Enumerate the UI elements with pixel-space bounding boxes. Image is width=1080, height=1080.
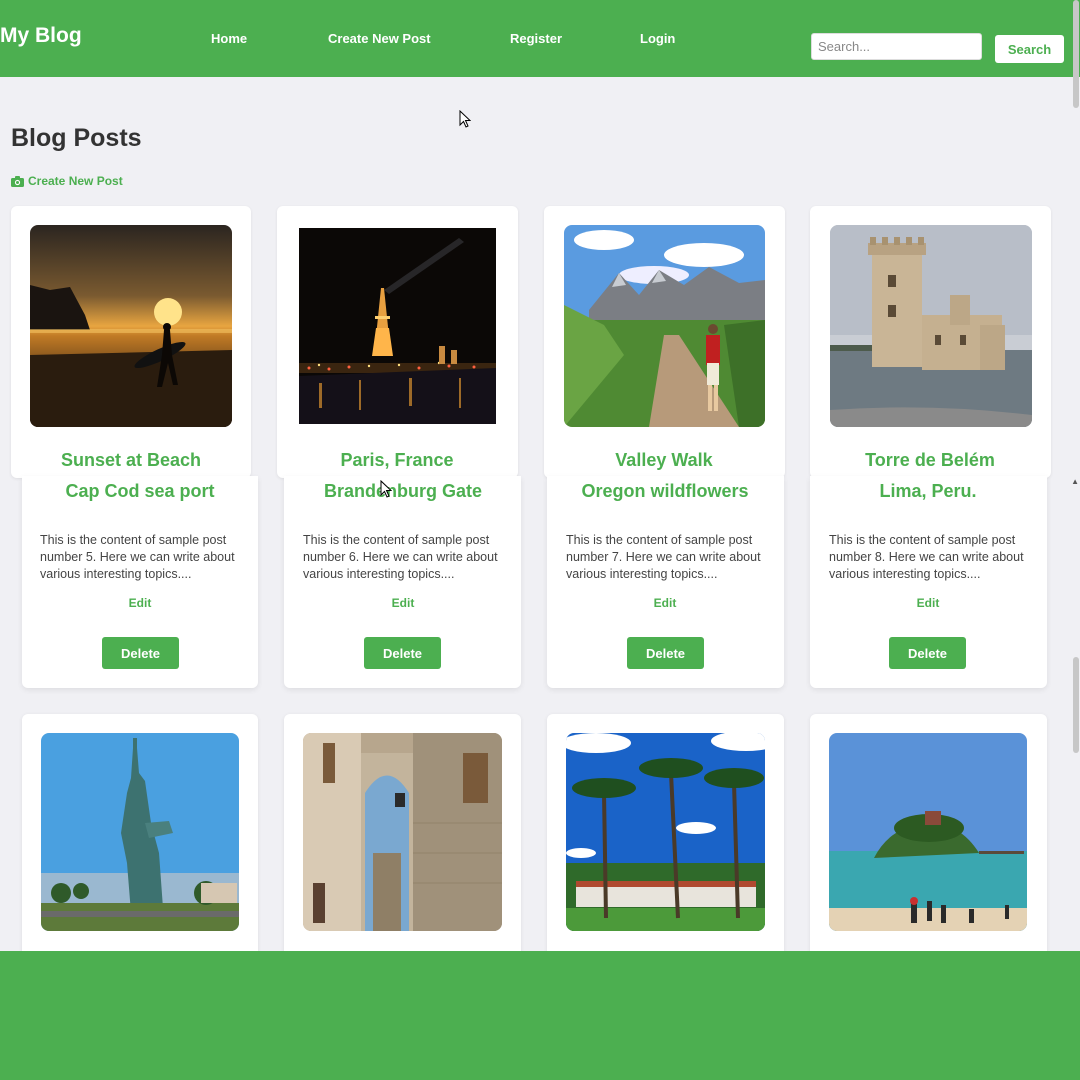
mountain-hiker-photo bbox=[564, 225, 765, 427]
edit-link[interactable]: Edit bbox=[110, 596, 170, 610]
post-subtitle: Brandenburg Gate bbox=[323, 481, 483, 501]
top-navbar: My Blog Home Create New Post Register Lo… bbox=[0, 0, 1080, 77]
statue-of-liberty-photo bbox=[41, 733, 239, 931]
nav-create-post-link[interactable]: Create New Post bbox=[328, 31, 431, 46]
nav-register-link[interactable]: Register bbox=[510, 31, 562, 46]
delete-button[interactable]: Delete bbox=[627, 637, 704, 669]
post-title[interactable]: Valley Walk bbox=[534, 450, 794, 471]
post-title[interactable]: Torre de Belém bbox=[800, 450, 1060, 471]
delete-button[interactable]: Delete bbox=[364, 637, 441, 669]
island-beach-photo bbox=[829, 733, 1027, 931]
edit-link[interactable]: Edit bbox=[373, 596, 433, 610]
post-subtitle: Oregon wildflowers bbox=[581, 481, 749, 501]
edit-link[interactable]: Edit bbox=[635, 596, 695, 610]
palm-trees-photo bbox=[566, 733, 765, 931]
eiffel-tower-night-photo bbox=[299, 228, 496, 424]
delete-button[interactable]: Delete bbox=[102, 637, 179, 669]
search-input[interactable] bbox=[811, 33, 982, 60]
delete-button[interactable]: Delete bbox=[889, 637, 966, 669]
post-body: This is the content of sample post numbe… bbox=[40, 533, 235, 581]
post-body: This is the content of sample post numbe… bbox=[566, 533, 761, 581]
mouse-cursor-icon bbox=[459, 110, 471, 128]
scrollbar-thumb[interactable] bbox=[1073, 657, 1079, 753]
edit-link[interactable]: Edit bbox=[898, 596, 958, 610]
page-footer bbox=[0, 951, 1080, 1080]
page-scrollbar[interactable]: ▲ bbox=[1071, 0, 1080, 950]
post-title[interactable]: Paris, France bbox=[267, 450, 527, 471]
create-new-post-link[interactable]: Create New Post bbox=[11, 174, 123, 188]
scroll-arrow-icon[interactable]: ▲ bbox=[1071, 477, 1079, 486]
camera-icon bbox=[11, 175, 24, 187]
brand-logo-text[interactable]: My Blog bbox=[0, 24, 82, 48]
post-body: This is the content of sample post numbe… bbox=[303, 533, 498, 581]
nav-login-link[interactable]: Login bbox=[640, 31, 675, 46]
scrollbar-thumb-top[interactable] bbox=[1073, 0, 1079, 108]
post-body: This is the content of sample post numbe… bbox=[829, 533, 1024, 581]
stone-alley-photo bbox=[303, 733, 502, 931]
create-new-post-label: Create New Post bbox=[28, 174, 123, 188]
nav-home-link[interactable]: Home bbox=[211, 31, 247, 46]
post-subtitle: Lima, Peru. bbox=[879, 481, 977, 501]
post-subtitle: Cap Cod sea port bbox=[65, 481, 215, 501]
page-title: Blog Posts bbox=[11, 124, 142, 152]
tower-belem-photo bbox=[830, 225, 1032, 427]
search-button[interactable]: Search bbox=[995, 35, 1064, 63]
sunset-surfer-photo bbox=[30, 225, 232, 427]
post-title[interactable]: Sunset at Beach bbox=[1, 450, 261, 471]
mouse-cursor-icon bbox=[380, 480, 392, 498]
